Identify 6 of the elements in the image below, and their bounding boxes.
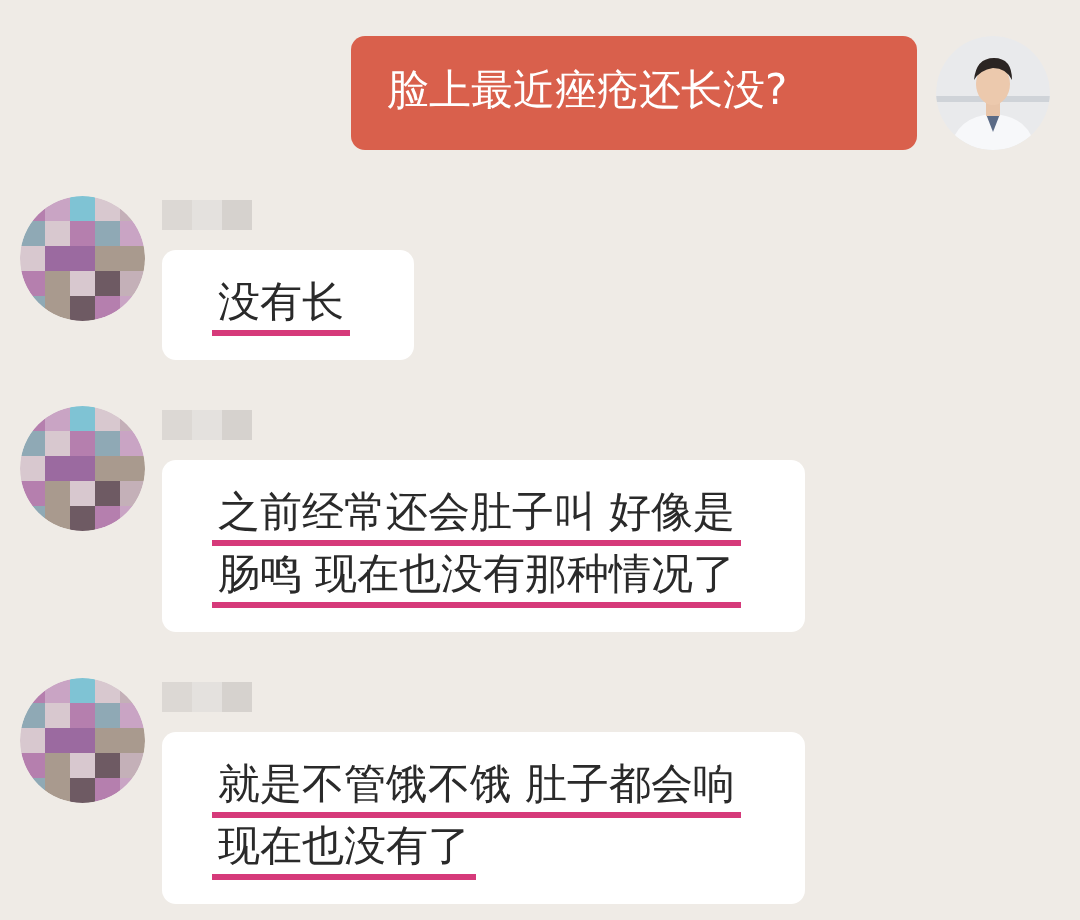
message-text: 脸上最近痤疮还长没? [387, 64, 788, 116]
message-text: 就是不管饿不饿 肚子都会响 [212, 756, 742, 818]
message-text: 肠鸣 现在也没有那种情况了 [212, 546, 742, 608]
message-text: 之前经常还会肚子叫 好像是 [212, 484, 742, 546]
message-text: 没有长 [212, 274, 350, 336]
message-text: 现在也没有了 [212, 818, 476, 880]
